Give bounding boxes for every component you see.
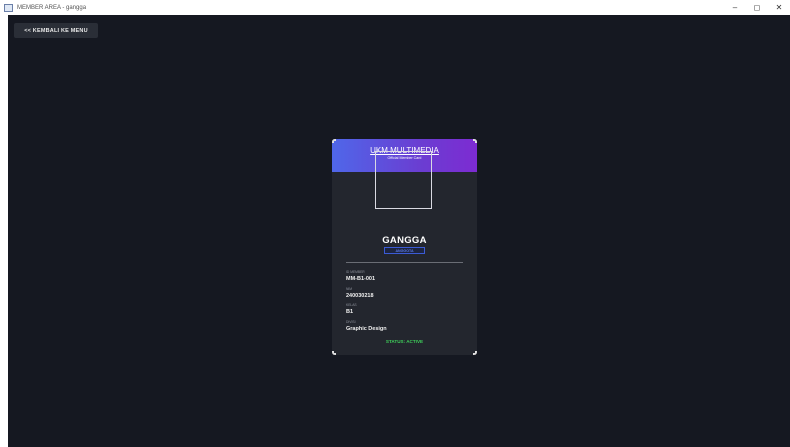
field-label: KELAS bbox=[346, 303, 357, 307]
field-value: Graphic Design bbox=[346, 325, 387, 332]
field-divisi: DIVISI Graphic Design bbox=[346, 320, 387, 332]
role-badge: ANGGOTA bbox=[384, 247, 425, 254]
field-nim: NIM 240030218 bbox=[346, 287, 374, 299]
window-title: MEMBER AREA - gangga bbox=[17, 4, 87, 11]
close-button[interactable]: ✕ bbox=[768, 0, 790, 15]
field-value: B1 bbox=[346, 308, 354, 315]
corner-bracket-icon bbox=[473, 351, 477, 355]
window-controls: – ◻ ✕ bbox=[724, 0, 790, 15]
field-kelas: KELAS B1 bbox=[346, 303, 357, 315]
minimize-button[interactable]: – bbox=[724, 0, 746, 15]
maximize-button[interactable]: ◻ bbox=[746, 0, 768, 15]
app-icon bbox=[4, 3, 13, 12]
divider bbox=[346, 262, 463, 263]
window-titlebar: MEMBER AREA - gangga – ◻ ✕ bbox=[0, 0, 790, 15]
field-value: 240030218 bbox=[346, 292, 374, 299]
corner-bracket-icon bbox=[332, 139, 336, 143]
back-to-menu-button[interactable]: << KEMBALI KE MENU bbox=[14, 23, 98, 38]
field-label: DIVISI bbox=[346, 320, 356, 324]
app-canvas: << KEMBALI KE MENU UKM MULTIMEDIA Offici… bbox=[8, 15, 790, 447]
member-card: UKM MULTIMEDIA Official Member Card GANG… bbox=[332, 139, 477, 355]
field-label: NIM bbox=[346, 287, 353, 291]
field-label: ID MEMBER bbox=[346, 270, 365, 274]
corner-bracket-icon bbox=[332, 351, 336, 355]
field-id-member: ID MEMBER MM-B1-001 bbox=[346, 270, 375, 282]
field-value: MM-B1-001 bbox=[346, 275, 376, 282]
member-name: GANGGA bbox=[382, 235, 427, 246]
photo-frame bbox=[375, 151, 432, 209]
corner-bracket-icon bbox=[473, 139, 477, 143]
status-badge: STATUS: ACTIVE bbox=[385, 339, 424, 344]
